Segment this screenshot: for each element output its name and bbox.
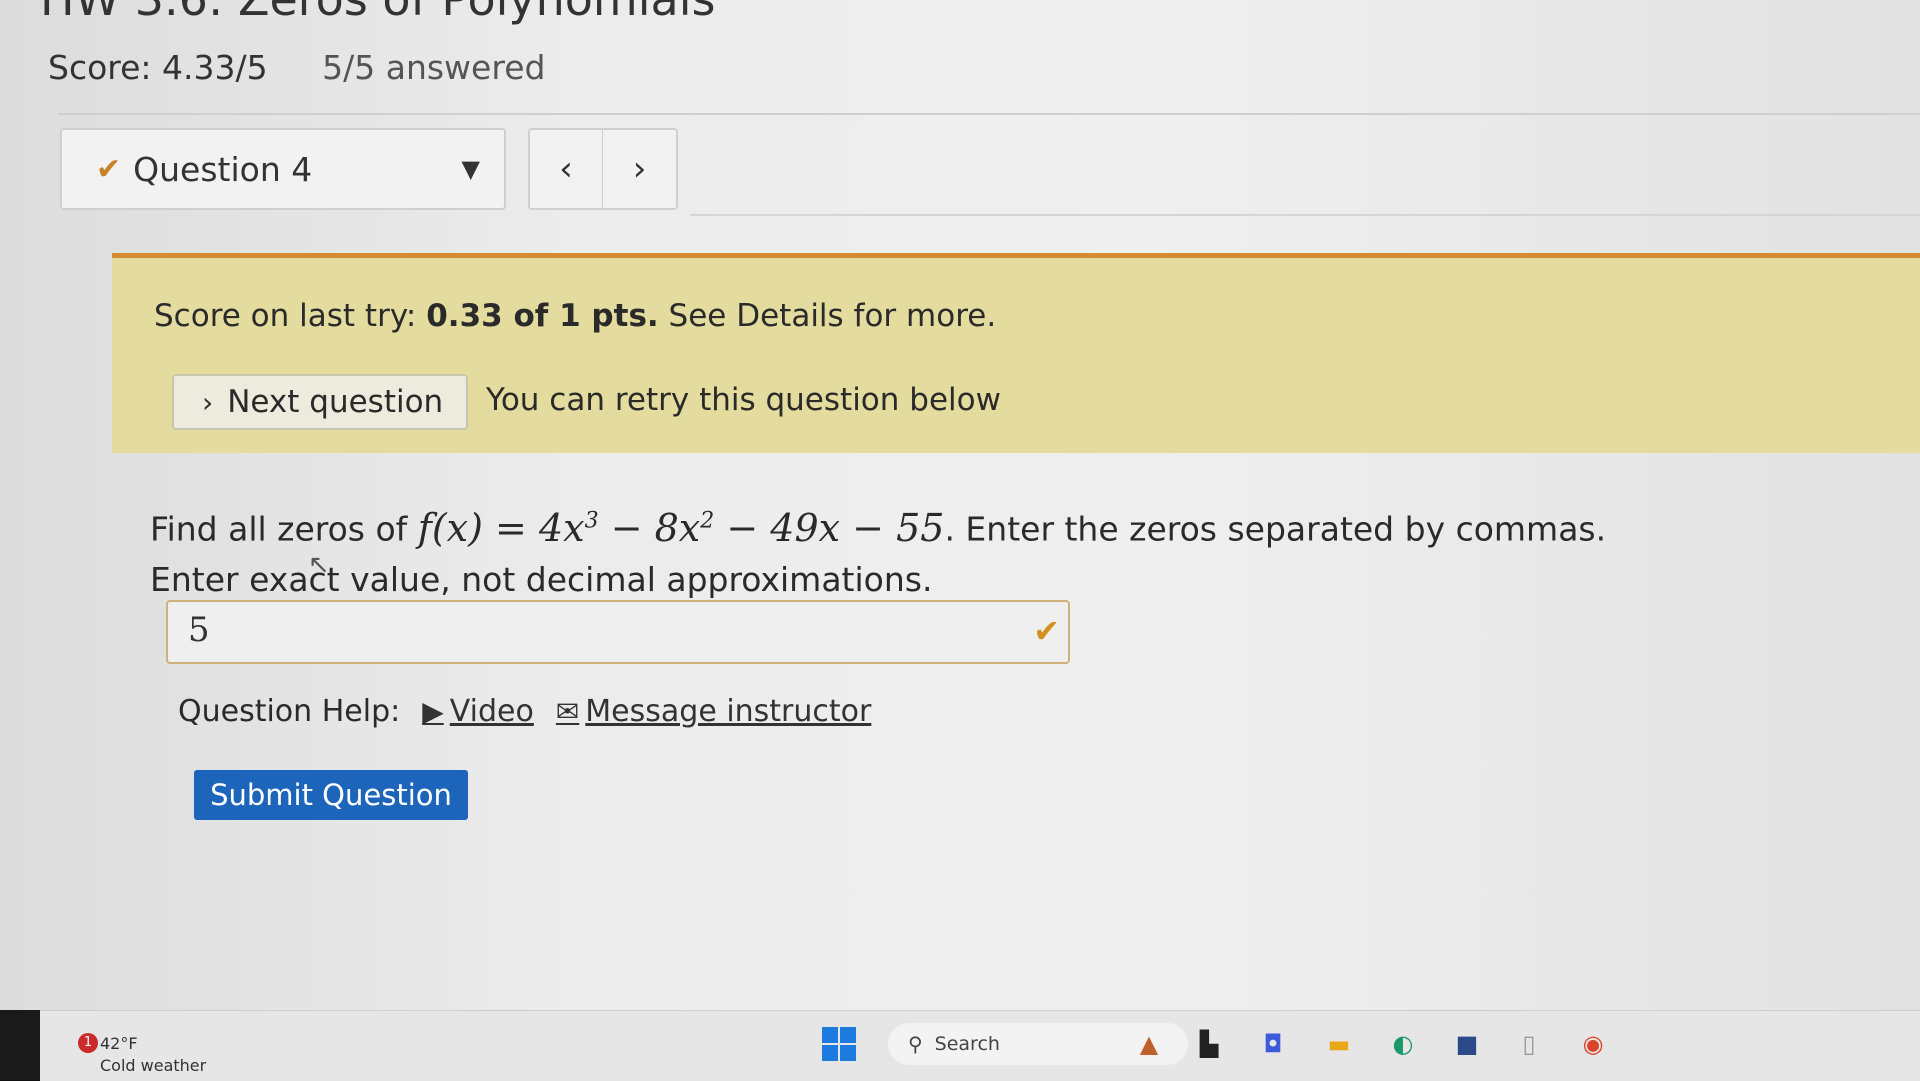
question-selector-label: Question 4 [133, 149, 313, 189]
logo-pane [822, 1045, 838, 1061]
message-instructor-label: Message instructor [585, 694, 872, 729]
question-line-1: Find all zeros of f(x) = 4x3 − 8x2 − 49x… [150, 496, 1606, 555]
page-title: HW 3.6: Zeros of Polynomials [40, 0, 715, 26]
question-text: Find all zeros of f(x) = 4x3 − 8x2 − 49x… [150, 496, 1606, 605]
question-help-label: Question Help: [178, 694, 401, 729]
function-name: f(x) [417, 505, 483, 550]
message-instructor-link[interactable]: ✉ Message instructor [556, 694, 872, 729]
file-explorer-icon[interactable]: ▬ [1320, 1025, 1358, 1063]
mail-icon: ✉ [555, 695, 580, 728]
answered-count: 5/5 answered [322, 48, 546, 87]
browser-viewport: HW 3.6: Zeros of Polynomials Score: 4.33… [0, 0, 1920, 1010]
previous-question-button[interactable]: ‹ [528, 128, 604, 210]
chat-icon[interactable]: ◘ [1254, 1025, 1292, 1063]
minus-sign: − [852, 505, 884, 550]
equals-sign: = [495, 505, 527, 550]
weather-desc: Cold weather [100, 1056, 207, 1075]
video-link[interactable]: ▶ Video [422, 694, 534, 729]
video-link-label: Video [449, 694, 534, 729]
taskbar: 1 42°F Cold weather ⚲ Search ▲ ▙ ◘ ▬ ◐ ■… [40, 1010, 1920, 1081]
search-label: Search [934, 1033, 1000, 1055]
details-hint: See Details for more. [668, 298, 997, 334]
store-icon[interactable]: ■ [1448, 1025, 1486, 1063]
edge-browser-icon[interactable]: ◐ [1384, 1025, 1422, 1063]
logo-pane [840, 1027, 856, 1043]
score-value: 0.33 of 1 pts. [426, 298, 659, 334]
chrome-icon[interactable]: ◉ [1574, 1025, 1612, 1063]
mouse-cursor-icon: ↖ [308, 550, 330, 580]
last-try-score: Score on last try: 0.33 of 1 pts. See De… [154, 298, 996, 334]
exponent-1: 3 [584, 508, 599, 533]
question-help: Question Help: ▶ Video ✉ Message instruc… [178, 694, 871, 729]
score-summary: Score: 4.33/5 5/5 answered [48, 48, 545, 87]
document-icon[interactable]: ▯ [1510, 1025, 1548, 1063]
question-prefix: Find all zeros of [150, 509, 408, 549]
chevron-left-icon: ‹ [559, 149, 573, 189]
minus-sign: − [610, 505, 643, 550]
notification-badge: 1 [78, 1033, 98, 1053]
score-text: Score: 4.33/5 [48, 48, 268, 87]
divider [690, 214, 1920, 216]
answer-value: 5 [188, 610, 210, 650]
term-4: 55 [896, 505, 945, 550]
check-icon: ✔ [96, 151, 122, 187]
chevron-right-icon: › [632, 149, 647, 189]
caret-down-icon: ▼ [461, 155, 480, 183]
windows-start-icon[interactable] [822, 1027, 856, 1061]
screen-bezel [0, 1010, 40, 1080]
question-suffix: . Enter the zeros separated by commas. [944, 509, 1607, 549]
term-3: 49x [770, 505, 841, 550]
submit-question-button[interactable]: Submit Question [194, 770, 468, 820]
score-banner: Score on last try: 0.33 of 1 pts. See De… [112, 253, 1920, 453]
term-1: 4x [538, 505, 585, 550]
search-icon: ⚲ [908, 1032, 923, 1056]
term-2: 8x [654, 505, 701, 550]
weather-temp: 42°F [100, 1034, 138, 1053]
minus-sign: − [726, 505, 759, 550]
check-icon: ✔ [1033, 612, 1060, 650]
next-question-arrow-button[interactable]: › [602, 128, 678, 210]
retry-message: You can retry this question below [486, 382, 1001, 418]
video-icon: ▶ [422, 695, 444, 728]
question-line-2: Enter exact value, not decimal approxima… [150, 559, 933, 599]
answer-input[interactable]: 5 ✔ [166, 600, 1070, 664]
logo-pane [822, 1027, 838, 1043]
logo-pane [840, 1045, 856, 1061]
score-prefix: Score on last try: [154, 298, 417, 334]
task-view-icon[interactable]: ▙ [1190, 1025, 1228, 1063]
weather-widget[interactable]: 1 42°F Cold weather [78, 1033, 207, 1077]
next-question-button[interactable]: › Next question [172, 374, 468, 430]
widgets-icon[interactable]: ▲ [1130, 1025, 1168, 1063]
math-expression: f(x) = 4x3 − 8x2 − 49x − 55 [418, 506, 945, 550]
divider [58, 113, 1920, 115]
next-question-label: Next question [227, 384, 444, 420]
chevron-right-icon: › [202, 385, 214, 419]
exponent-2: 2 [700, 508, 715, 533]
question-selector[interactable]: ✔ Question 4 ▼ [60, 128, 506, 210]
